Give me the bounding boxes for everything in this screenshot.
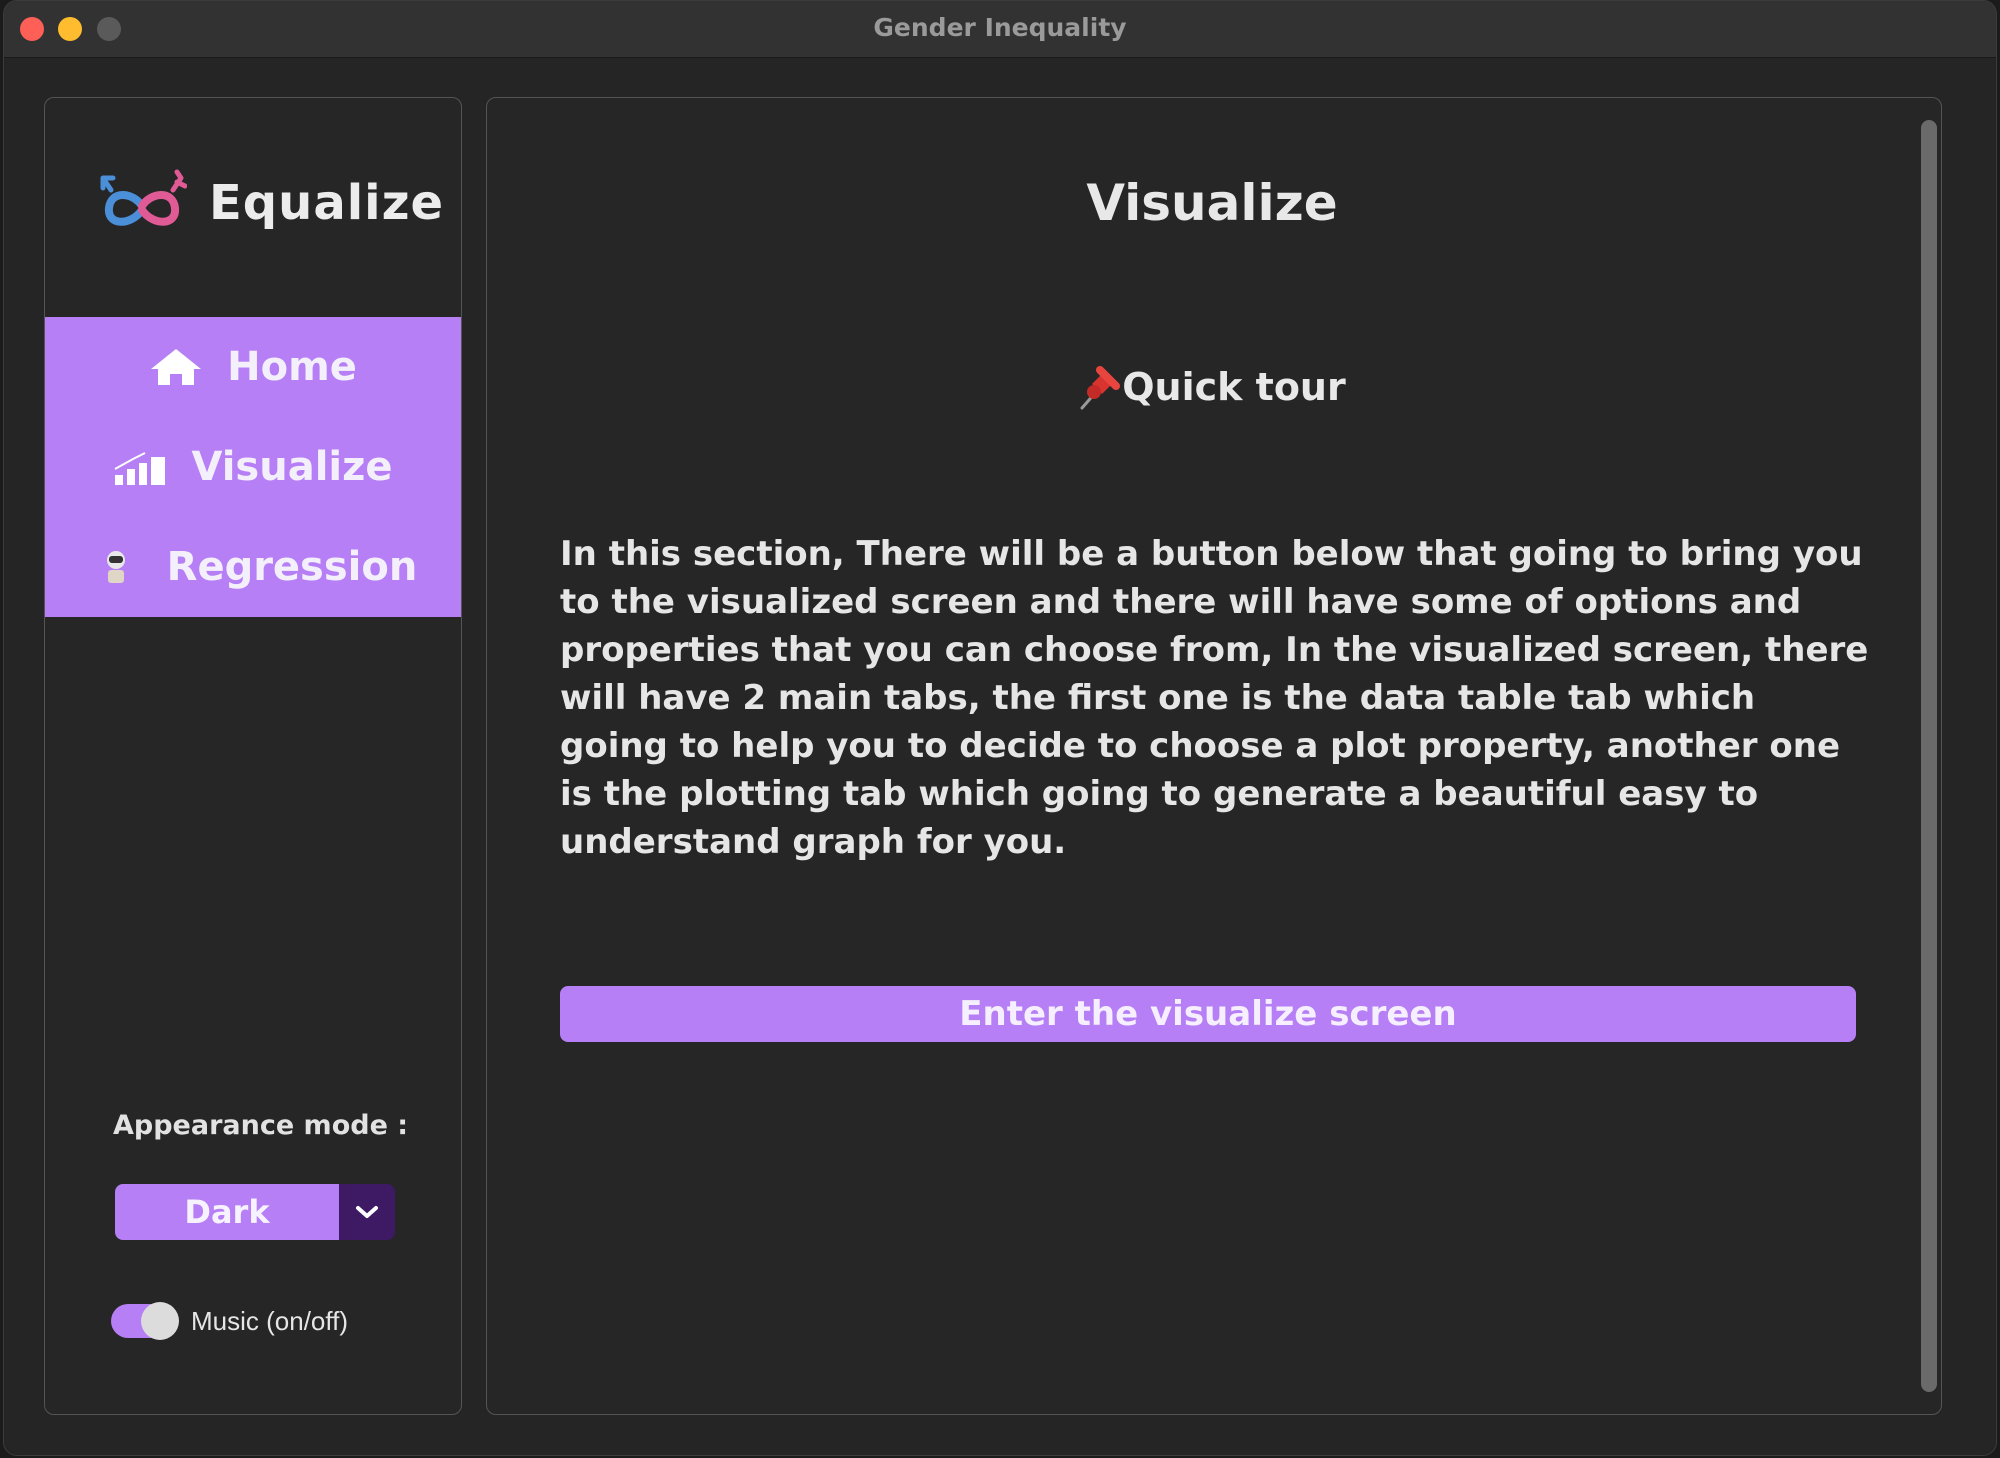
enter-visualize-screen-button[interactable]: Enter the visualize screen <box>560 986 1856 1042</box>
music-toggle-switch[interactable] <box>111 1302 179 1340</box>
appearance-mode-dropdown[interactable]: Dark <box>115 1184 395 1240</box>
sidebar-item-visualize[interactable]: Visualize <box>45 427 461 507</box>
music-toggle-row: Music (on/off) <box>111 1302 349 1340</box>
sidebar: Equalize Home Visualize Regression Appea… <box>44 97 462 1415</box>
main-panel: Visualize Quick tour In this section, Th… <box>486 97 1942 1415</box>
quick-tour-description: In this section, There will be a button … <box>560 534 1869 862</box>
sidebar-item-label: Regression <box>166 544 418 590</box>
dropdown-toggle-button[interactable] <box>339 1184 395 1240</box>
sidebar-nav: Home Visualize Regression <box>45 317 461 617</box>
window-title: Gender Inequality <box>873 13 1127 42</box>
home-icon <box>149 347 203 387</box>
quick-tour-heading: Quick tour <box>487 364 1937 410</box>
appearance-mode-value[interactable]: Dark <box>115 1184 339 1240</box>
app-logo: Equalize <box>97 168 444 238</box>
bar-chart-icon <box>113 447 167 487</box>
chevron-down-icon <box>356 1206 378 1218</box>
main-scrollbar[interactable] <box>1921 120 1937 1392</box>
sidebar-item-regression[interactable]: Regression <box>45 527 461 607</box>
toggle-knob <box>141 1302 179 1340</box>
quick-tour-title: Quick tour <box>1122 365 1346 409</box>
app-name: Equalize <box>209 175 445 231</box>
sidebar-item-label: Home <box>227 344 357 390</box>
gender-infinity-icon <box>100 169 187 226</box>
page-title: Visualize <box>1086 174 1338 232</box>
app-window: Gender Inequality Equalize Home Visualiz… <box>3 0 1997 1456</box>
music-toggle-label: Music (on/off) <box>191 1305 349 1336</box>
title-bar: Gender Inequality <box>4 1 1996 58</box>
sidebar-item-home[interactable]: Home <box>45 327 461 407</box>
pushpin-icon <box>1080 366 1121 410</box>
appearance-mode-label: Appearance mode : <box>113 1110 409 1141</box>
sidebar-item-label: Visualize <box>191 444 393 490</box>
robot-icon <box>89 547 143 587</box>
